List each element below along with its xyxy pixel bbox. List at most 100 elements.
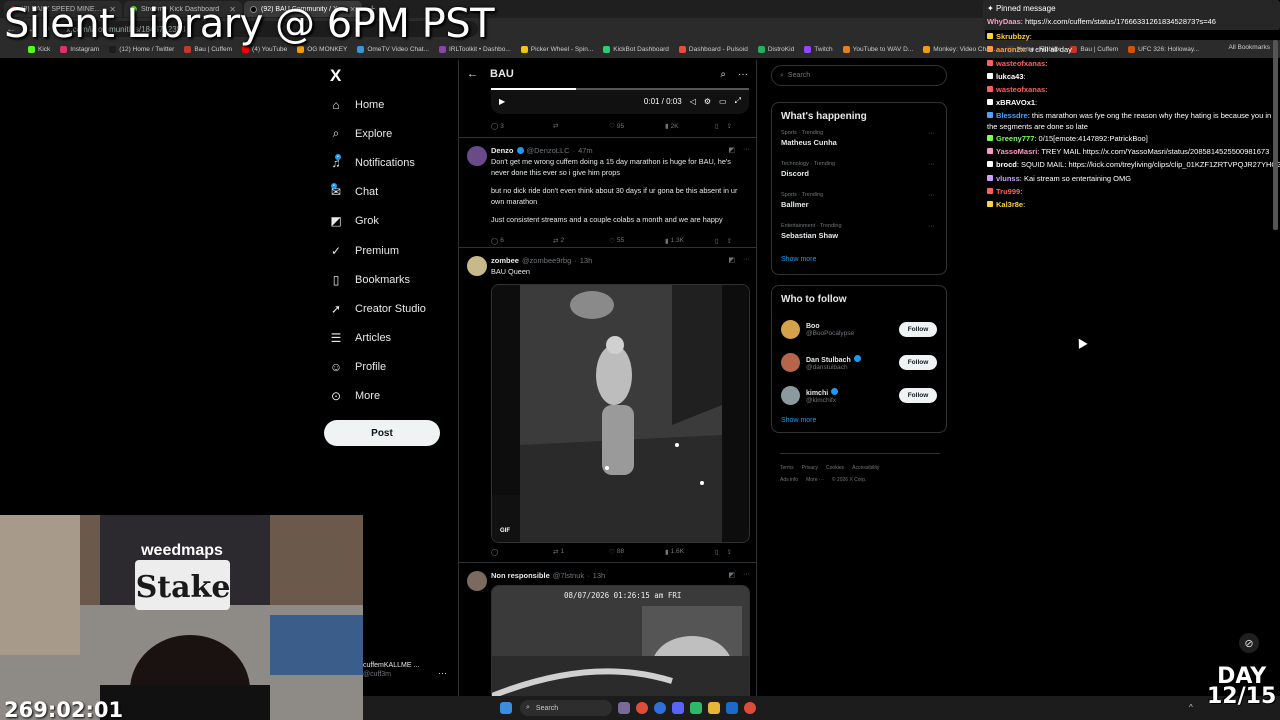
taskbar-search[interactable]: ⌕ Search <box>520 700 612 716</box>
discord-icon[interactable] <box>672 702 684 714</box>
avatar[interactable] <box>467 256 487 276</box>
more-dots-icon[interactable]: ··· <box>928 192 935 199</box>
chrome-icon[interactable] <box>744 702 756 714</box>
nav-item-more[interactable]: ⊙ More <box>329 382 426 411</box>
nav-item-grok[interactable]: ◩ Grok <box>329 207 426 236</box>
nav-item-profile[interactable]: ☺ Profile <box>329 353 426 382</box>
footer-link[interactable]: Ads info <box>780 477 798 483</box>
nav-item-notifications[interactable]: ♫ Notifications <box>329 148 426 177</box>
reply-button[interactable]: ◯ <box>491 548 553 556</box>
trend-item[interactable]: Technology · Trending Discord ··· <box>781 161 937 192</box>
nav-item-home[interactable]: ⌂ Home <box>329 90 426 119</box>
search-input[interactable]: ⌕ Search <box>771 65 947 86</box>
post-video[interactable]: 08/07/2026 01:26:15 am FRI <box>491 585 750 696</box>
nav-item-chat[interactable]: ✉ Chat <box>329 178 426 207</box>
grok-icon[interactable]: ◩ <box>728 256 735 264</box>
footer-link[interactable]: Privacy <box>802 465 818 471</box>
video-progress-bar[interactable] <box>491 88 749 90</box>
nav-item-bookmarks[interactable]: ▯ Bookmarks <box>329 265 426 294</box>
post[interactable]: ◩ ··· Denzo @DenzoLLC · 47m Don't get me wro… <box>459 137 756 247</box>
search-icon[interactable]: ⌕ <box>720 69 726 80</box>
show-more-link[interactable]: Show more <box>781 417 937 424</box>
post[interactable]: ◩··· zombee@zombee9rbg·13h BAU Queen <box>459 247 756 560</box>
post-button[interactable]: Post <box>324 420 440 446</box>
bookmark-item[interactable]: Dashboard - Pulsoid <box>678 45 748 53</box>
views-button[interactable]: ▮ 1.6K <box>665 548 715 556</box>
repost-button[interactable]: ⇄ 2 <box>553 237 609 245</box>
show-more-link[interactable]: Show more <box>781 256 937 263</box>
bookmark-icon[interactable]: ▯ <box>715 548 719 556</box>
bookmark-icon[interactable]: ▯ <box>715 122 719 130</box>
trend-item[interactable]: Sports · Trending Ballmer ··· <box>781 192 937 223</box>
follow-suggestion[interactable]: kimchi @kimchifx Follow <box>781 379 937 412</box>
repost-button[interactable]: ⇄ 1 <box>553 548 609 556</box>
more-dots-icon[interactable]: ··· <box>438 668 447 678</box>
nav-item-creator-studio[interactable]: ➚ Creator Studio <box>329 294 426 323</box>
nav-item-articles[interactable]: ☰ Articles <box>329 324 426 353</box>
like-button[interactable]: ♡ 95 <box>609 122 665 131</box>
follow-button[interactable]: Follow <box>899 355 937 370</box>
avatar[interactable] <box>781 353 800 372</box>
file-explorer-icon[interactable] <box>708 702 720 714</box>
bookmark-item[interactable]: DistroKid <box>757 45 794 53</box>
post-time[interactable]: 13h <box>593 571 606 580</box>
avatar[interactable] <box>467 571 487 591</box>
follow-button[interactable]: Follow <box>899 322 937 337</box>
repost-button[interactable]: ⇄ <box>553 122 609 130</box>
avatar[interactable] <box>467 146 487 166</box>
post-author[interactable]: zombee <box>491 256 519 265</box>
bookmark-icon[interactable]: ▯ <box>715 237 719 245</box>
reply-button[interactable]: ◯ 6 <box>491 237 553 245</box>
back-arrow-icon[interactable]: ← <box>467 68 478 80</box>
grok-icon[interactable]: ◩ <box>728 146 735 154</box>
more-dots-icon[interactable]: ··· <box>738 69 748 80</box>
follow-button[interactable]: Follow <box>899 388 937 403</box>
post-author[interactable]: Non responsible <box>491 571 550 580</box>
post-handle[interactable]: @7lstnuk <box>553 571 584 580</box>
windows-start-icon[interactable] <box>500 702 512 714</box>
footer-link[interactable]: Accessibility <box>852 465 879 471</box>
pip-icon[interactable]: ▭ <box>719 97 727 106</box>
bookmark-item[interactable]: YouTube to WAV D... <box>842 45 913 53</box>
account-switcher[interactable]: cuffemKALLME ... @cuff3m <box>363 662 419 678</box>
more-dots-icon[interactable]: ··· <box>743 256 750 264</box>
bookmark-item[interactable]: Twitch <box>804 45 833 53</box>
x-logo[interactable]: X <box>330 66 341 86</box>
chrome-icon[interactable] <box>636 702 648 714</box>
mute-icon[interactable]: ◁ <box>690 97 696 106</box>
post[interactable]: ◩ ··· Non responsible @7lstnuk · 13h 08/07/2… <box>459 562 756 696</box>
app-icon[interactable] <box>690 702 702 714</box>
post-gif[interactable]: GIF <box>491 283 750 543</box>
post-time[interactable]: 47m <box>578 146 593 155</box>
reply-button[interactable]: ◯ 3 <box>491 122 553 131</box>
bookmark-item[interactable]: KickBot Dashboard <box>603 45 669 53</box>
play-icon[interactable]: ▶ <box>499 97 505 106</box>
edge-icon[interactable] <box>654 702 666 714</box>
more-dots-icon[interactable]: ··· <box>928 130 935 137</box>
more-dots-icon[interactable]: ··· <box>743 146 750 154</box>
steam-icon[interactable] <box>726 702 738 714</box>
fullscreen-icon[interactable]: ⤢ <box>735 96 741 106</box>
bookmark-item[interactable]: Picker Wheel - Spin... <box>520 45 593 53</box>
post-time[interactable]: 13h <box>580 256 593 265</box>
share-icon[interactable]: ⇪ <box>727 548 732 556</box>
post-handle[interactable]: @zombee9rbg <box>522 256 571 265</box>
chevron-up-icon[interactable]: ^ <box>1189 703 1198 712</box>
widgets-icon[interactable] <box>618 702 630 714</box>
views-button[interactable]: ▮ 2K <box>665 122 715 131</box>
follow-suggestion[interactable]: Boo @BooPocalypse Follow <box>781 313 937 346</box>
more-dots-icon[interactable]: ··· <box>928 161 935 168</box>
trend-item[interactable]: Entertainment · Trending Sebastian Shaw ··… <box>781 223 937 254</box>
trend-item[interactable]: Sports · Trending Matheus Cunha ··· <box>781 130 937 161</box>
nav-item-explore[interactable]: ⌕ Explore <box>329 119 426 148</box>
follow-suggestion[interactable]: Dan Stulbach @danstulbach Follow <box>781 346 937 379</box>
footer-link[interactable]: Terms <box>780 465 794 471</box>
footer-link[interactable]: More ··· <box>806 477 824 483</box>
like-button[interactable]: ♡ 88 <box>609 548 665 556</box>
views-button[interactable]: ▮ 1.3K <box>665 237 715 245</box>
avatar[interactable] <box>781 320 800 339</box>
more-dots-icon[interactable]: ··· <box>928 223 935 230</box>
nav-item-premium[interactable]: ✓ Premium <box>329 236 426 265</box>
like-button[interactable]: ♡ 55 <box>609 237 665 245</box>
settings-icon[interactable]: ⚙ <box>704 97 711 106</box>
